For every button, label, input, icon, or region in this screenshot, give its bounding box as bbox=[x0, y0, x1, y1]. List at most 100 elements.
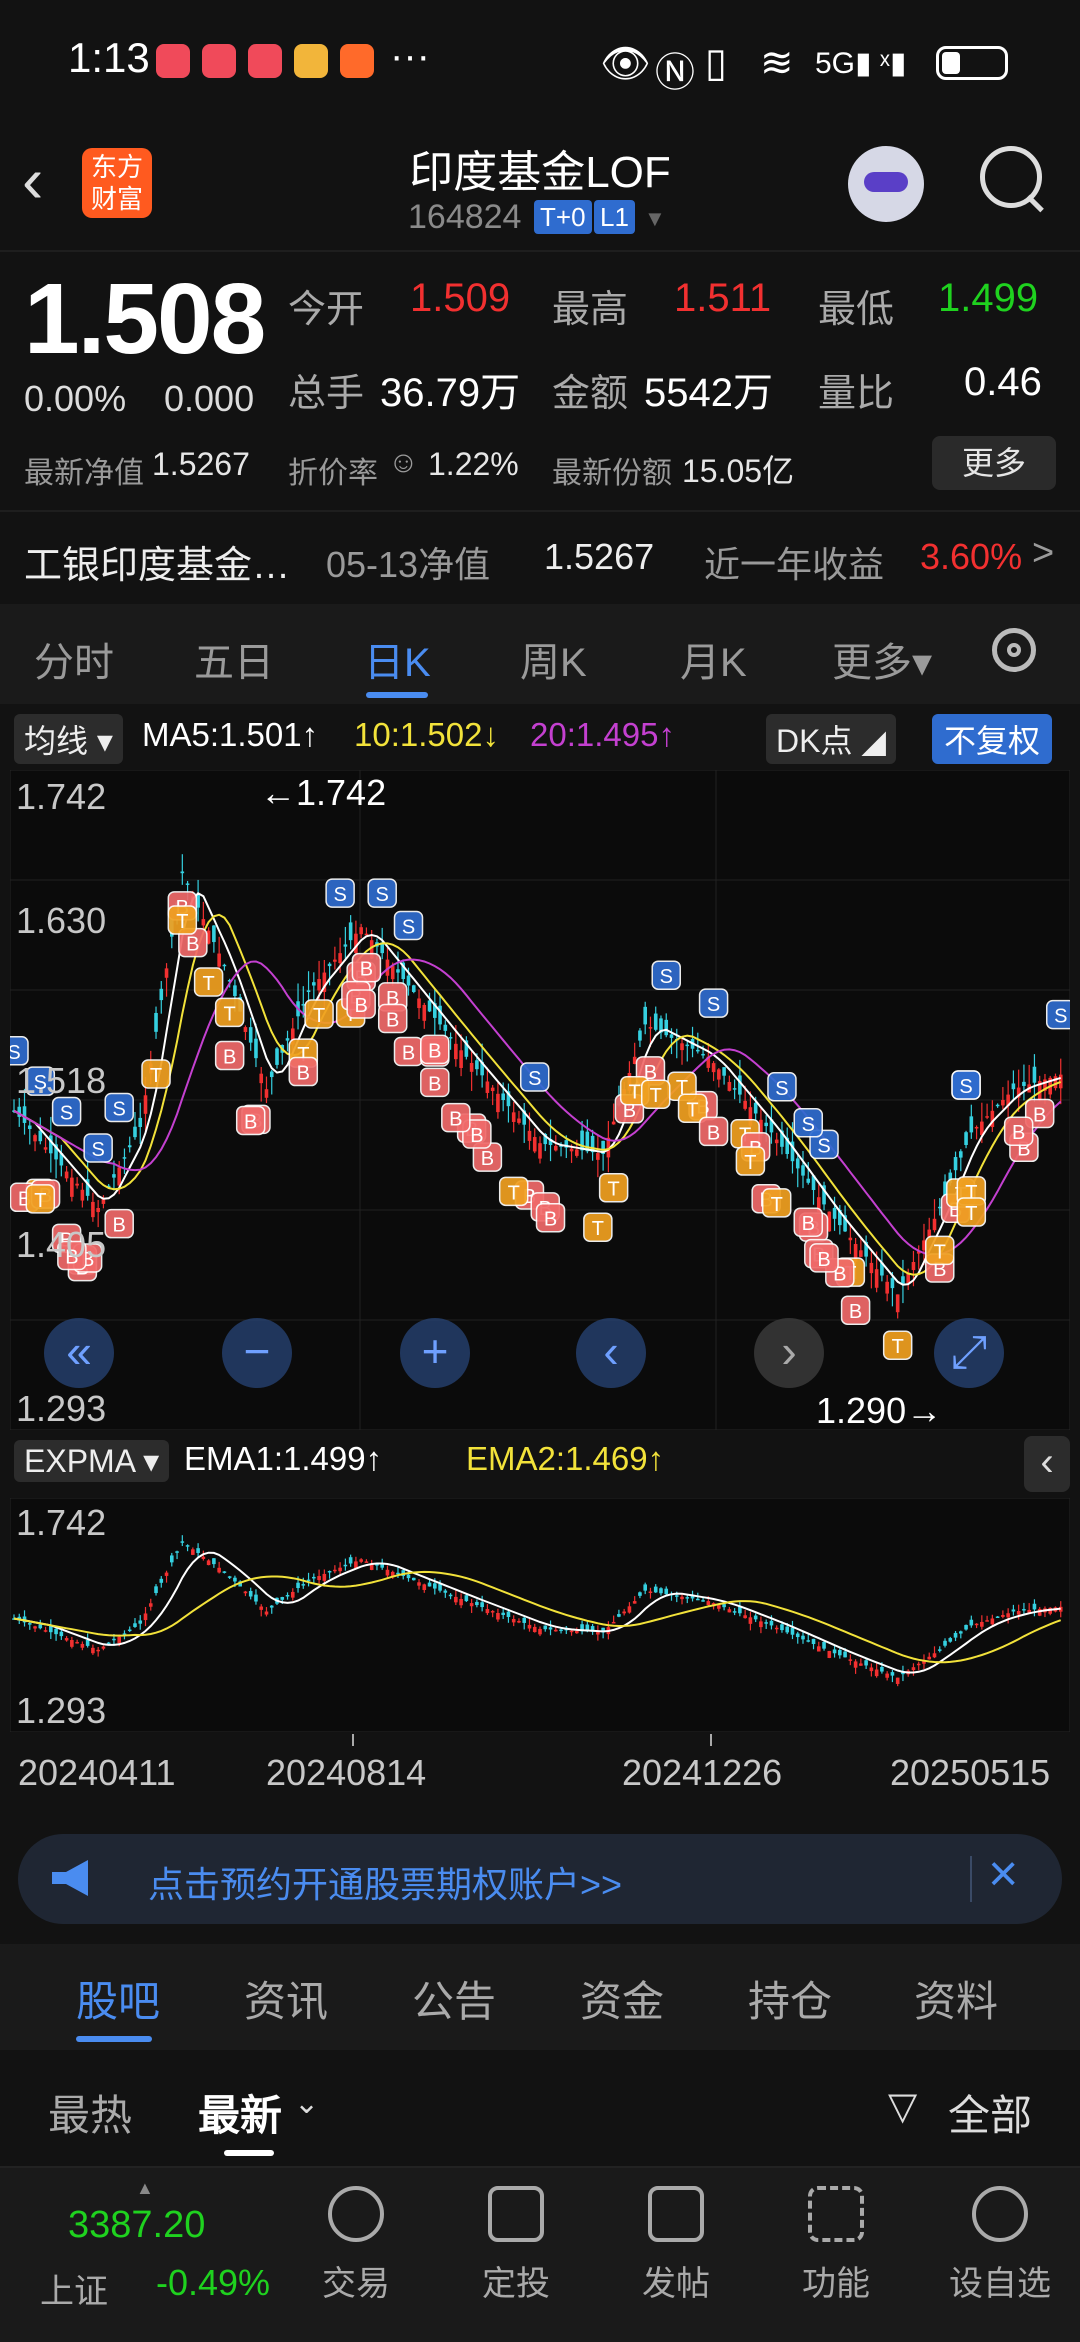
sub-indicator-selector[interactable]: EXPMA ▾ bbox=[14, 1440, 170, 1482]
expma-chart-svg bbox=[9, 1497, 1071, 1733]
indicator-selector[interactable]: 均线 ▾ bbox=[14, 714, 123, 764]
dropdown-icon[interactable]: ▼ bbox=[644, 206, 666, 232]
expma-chart[interactable]: 1.742 1.293 bbox=[9, 1497, 1071, 1733]
candle-body bbox=[175, 1551, 179, 1553]
candle-body bbox=[964, 1132, 968, 1145]
svg-text:B: B bbox=[1033, 1104, 1046, 1126]
candle-body bbox=[764, 1122, 768, 1127]
candle-body bbox=[143, 1613, 148, 1621]
candle-body bbox=[801, 1635, 805, 1640]
fund-info-row[interactable]: 工银印度基金… 05-13净值 1.5267 近一年收益 3.60% > bbox=[0, 512, 1080, 602]
candle-body bbox=[496, 1093, 500, 1113]
svg-text:B: B bbox=[386, 1010, 399, 1032]
high-label: 最高 bbox=[552, 289, 629, 331]
tab-guba[interactable]: 股吧 bbox=[76, 1968, 160, 2029]
candle-body bbox=[196, 1548, 200, 1554]
candle-body bbox=[312, 982, 316, 986]
tab-news[interactable]: 资讯 bbox=[244, 1968, 328, 2029]
index-name[interactable]: 上证 bbox=[40, 2264, 108, 2313]
discount-label: 折价率 bbox=[288, 457, 378, 490]
candle-body bbox=[80, 1643, 85, 1648]
candle-body bbox=[838, 1649, 842, 1656]
candle-body bbox=[501, 1612, 505, 1615]
zoom-out-button[interactable]: − bbox=[222, 1318, 292, 1388]
candle-body bbox=[485, 1081, 490, 1093]
vibrate-icon: ▯ bbox=[705, 41, 728, 85]
zoom-in-button[interactable]: + bbox=[400, 1318, 470, 1388]
tab-holdings[interactable]: 持仓 bbox=[748, 1968, 832, 2029]
scroll-right-button[interactable]: › bbox=[754, 1318, 824, 1388]
scroll-to-start-button[interactable]: « bbox=[44, 1318, 114, 1388]
candle-body bbox=[538, 1143, 542, 1159]
candle-body bbox=[727, 1082, 732, 1091]
buy-marker: B bbox=[840, 1295, 871, 1325]
nav-label: 最新净值 bbox=[24, 457, 144, 490]
nav-invest[interactable]: 定投 bbox=[456, 2168, 576, 2305]
settings-gear-icon[interactable] bbox=[992, 628, 1036, 672]
candle-body bbox=[243, 1591, 248, 1594]
candle-body bbox=[338, 1567, 342, 1572]
candle-body bbox=[611, 1621, 616, 1624]
scroll-left-button[interactable]: ‹ bbox=[576, 1318, 646, 1388]
candle-body bbox=[143, 1095, 148, 1114]
t-marker: T bbox=[304, 999, 334, 1029]
candle-body bbox=[327, 963, 332, 967]
x-axis-label: 20241226 bbox=[622, 1752, 783, 1793]
tab-daily-k[interactable]: 日K bbox=[364, 630, 431, 688]
tab-profile[interactable]: 资料 bbox=[914, 1968, 998, 2029]
tab-intraday[interactable]: 分时 bbox=[34, 630, 114, 688]
candle-body bbox=[127, 1145, 132, 1148]
eye-icon: 👁 bbox=[600, 42, 651, 86]
candle-body bbox=[969, 1116, 974, 1133]
nav-post[interactable]: 发帖 bbox=[616, 2168, 736, 2305]
filter-all[interactable]: 全部 bbox=[948, 2082, 1032, 2143]
promo-banner[interactable]: 点击预约开通股票期权账户>> × bbox=[18, 1834, 1062, 1924]
fullscreen-button[interactable]: ⤢ bbox=[934, 1318, 1004, 1388]
t-marker: T bbox=[583, 1212, 613, 1242]
assistant-robot-icon[interactable] bbox=[848, 146, 924, 222]
dk-point-button[interactable]: DK点 ◢ bbox=[766, 714, 896, 764]
nav-trade[interactable]: 交易 bbox=[296, 2168, 416, 2305]
svg-text:S: S bbox=[660, 966, 673, 988]
no-restore-button[interactable]: 不复权 bbox=[932, 714, 1053, 764]
candle-body bbox=[1006, 1613, 1010, 1618]
index-change[interactable]: -0.49% bbox=[156, 2262, 270, 2304]
candle-body bbox=[774, 1627, 779, 1630]
close-icon[interactable]: × bbox=[988, 1844, 1018, 1904]
sort-hot[interactable]: 最热 bbox=[48, 2082, 132, 2143]
tab-monthly-k[interactable]: 月K bbox=[680, 630, 747, 688]
candle-body bbox=[895, 1677, 900, 1684]
tab-funds[interactable]: 资金 bbox=[580, 1968, 664, 2029]
candle-body bbox=[743, 1615, 747, 1619]
tab-weekly-k[interactable]: 周K bbox=[520, 630, 587, 688]
candle-body bbox=[511, 1112, 516, 1122]
candle-body bbox=[790, 1627, 795, 1635]
info-icon[interactable]: ☺ bbox=[388, 446, 419, 480]
more-button[interactable]: 更多 bbox=[932, 436, 1056, 490]
search-icon[interactable] bbox=[980, 146, 1042, 208]
kline-chart[interactable]: BBBBBBBBTSBTBSBBBBTBBTBTBTTBBBBBBTSTSSTB… bbox=[0, 769, 1076, 1431]
svg-text:T: T bbox=[629, 1082, 641, 1104]
candle-body bbox=[317, 979, 321, 991]
candle-body bbox=[927, 1656, 932, 1660]
candle-body bbox=[222, 964, 227, 967]
nav-label: 定投 bbox=[482, 2265, 550, 2303]
candle-body bbox=[333, 1569, 337, 1572]
filter-icon[interactable]: ▽ bbox=[888, 2084, 917, 2129]
candle-body bbox=[727, 1609, 732, 1613]
sell-marker: S bbox=[951, 1070, 981, 1100]
tab-announcements[interactable]: 公告 bbox=[412, 1968, 496, 2029]
collapse-chevron-left-icon[interactable]: ‹ bbox=[1024, 1436, 1070, 1492]
tab-more[interactable]: 更多▾ bbox=[832, 630, 932, 688]
nav-watchlist[interactable]: 设自选 bbox=[940, 2168, 1060, 2305]
candle-body bbox=[254, 1594, 258, 1602]
sort-latest[interactable]: 最新 bbox=[198, 2082, 282, 2143]
tab-five-day[interactable]: 五日 bbox=[194, 630, 274, 688]
candle-body bbox=[222, 1571, 227, 1573]
index-value[interactable]: 3387.20 bbox=[68, 2204, 205, 2247]
candle-body bbox=[506, 1611, 511, 1617]
chevron-down-icon[interactable]: ⌄ bbox=[294, 2086, 319, 2121]
candle-body bbox=[638, 1030, 642, 1041]
candle-body bbox=[259, 1073, 264, 1084]
nav-functions[interactable]: 功能 bbox=[776, 2168, 896, 2305]
